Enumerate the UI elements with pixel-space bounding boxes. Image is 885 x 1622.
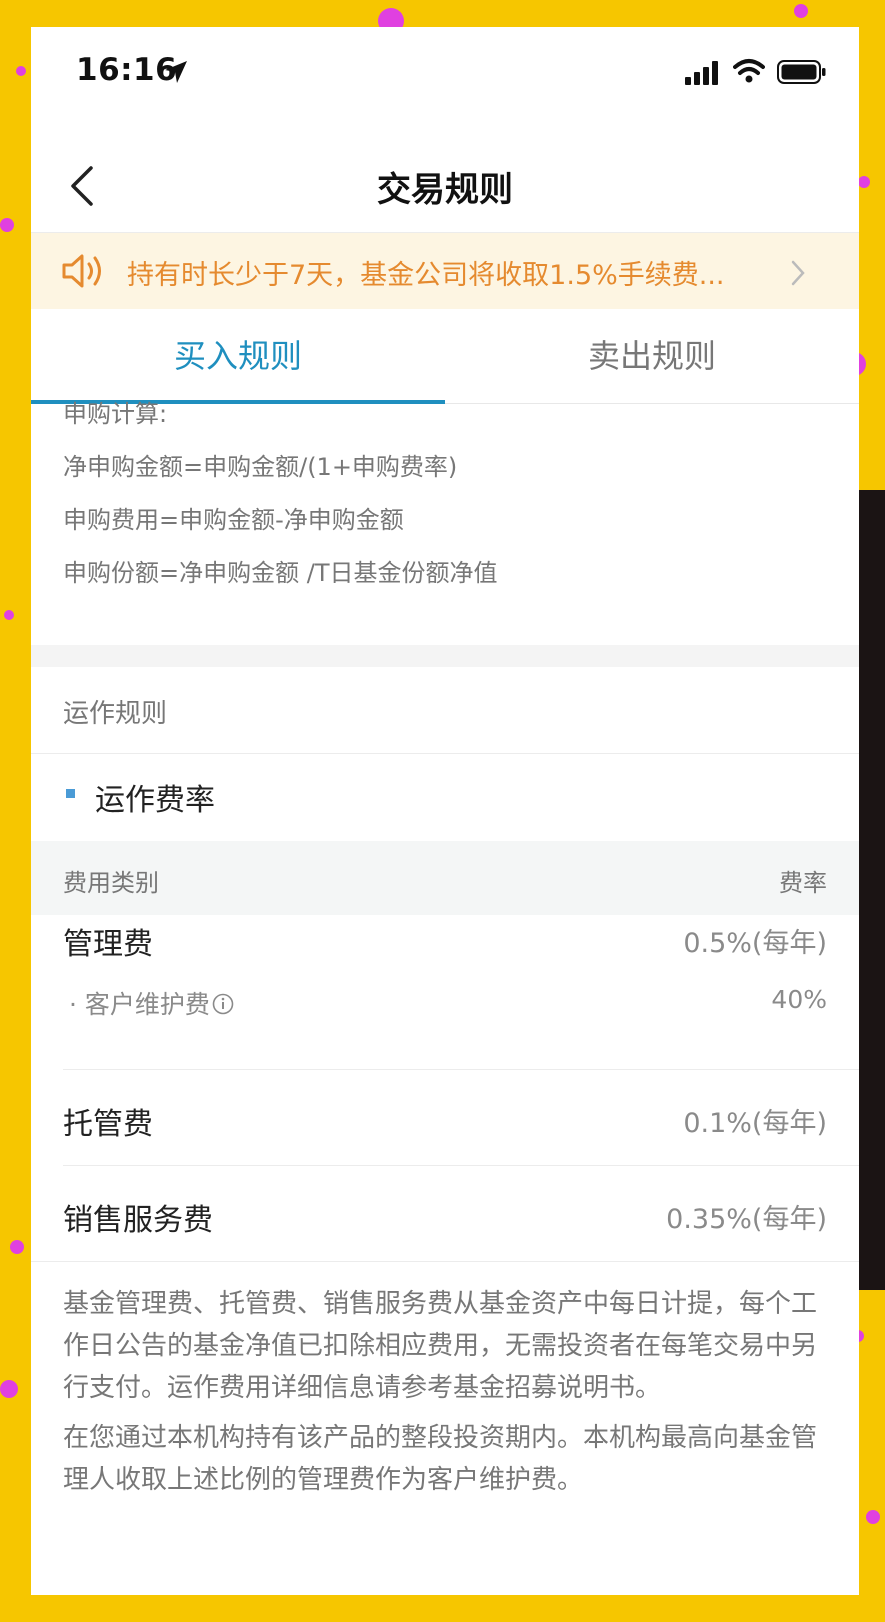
fee-label-management: 管理费 [63,927,153,962]
speaker-icon [62,254,101,288]
phone-screen: 16:16 交易规则 持有时长少于7天，基金公司将收取1.5%手续费... 买入… [31,27,859,1595]
bullet-marker [66,789,75,798]
notice-text: 持有时长少于7天，基金公司将收取1.5%手续费... [127,260,725,291]
tab-buy-rules[interactable]: 买入规则 [31,309,445,403]
fee-label-sales-service: 销售服务费 [63,1203,213,1238]
background-dot [0,218,14,232]
background-dot [866,1510,880,1524]
calc-heading: 申购计算: [63,400,168,428]
background-dot [0,1380,18,1398]
fee-notice-banner[interactable]: 持有时长少于7天，基金公司将收取1.5%手续费... [31,233,859,309]
fee-table-header: 费用类别 费率 [31,841,859,915]
divider [63,1069,859,1070]
location-arrow-icon [165,61,187,83]
calc-formula: 申购费用=申购金额-净申购金额 [63,506,404,534]
background-dot [16,66,26,76]
chevron-right-icon [791,260,805,286]
battery-icon [777,60,826,84]
info-icon[interactable] [212,993,234,1015]
page-title: 交易规则 [377,170,513,210]
fee-value-client-maintenance: 40% [771,985,827,1014]
divider [31,1261,859,1262]
status-time: 16:16 [76,52,178,88]
navigation-bar: 交易规则 [31,122,859,233]
purchase-calculation: 申购计算: 净申购金额=申购金额/(1+申购费率) 申购费用=申购金额-净申购金… [63,397,823,609]
fee-label-custody: 托管费 [63,1107,153,1142]
tab-sell-rules[interactable]: 卖出规则 [445,309,859,403]
fee-notes: 基金管理费、托管费、销售服务费从基金资产中每日计提，每个工作日公告的基金净值已扣… [63,1283,823,1509]
note-paragraph: 在您通过本机构持有该产品的整段投资期内。本机构最高向基金管理人收取上述比例的管理… [63,1423,818,1495]
background-dot [794,4,808,18]
fee-value-sales-service: 0.35%(每年) [666,1204,827,1235]
note-paragraph: 基金管理费、托管费、销售服务费从基金资产中每日计提，每个工作日公告的基金净值已扣… [63,1289,818,1403]
section-title-operation: 运作规则 [63,699,168,729]
status-bar: 16:16 [31,27,859,122]
rule-tabs: 买入规则 卖出规则 [31,309,859,404]
header-category: 费用类别 [63,869,159,897]
calc-formula: 申购份额=净申购金额 /T日基金份额净值 [63,559,498,587]
header-rate: 费率 [779,869,827,897]
divider [63,1165,859,1166]
section-gap [31,645,859,667]
subsection-title-fee-rates: 运作费率 [95,783,215,818]
background-photo [859,490,885,1290]
background-dot [10,1240,24,1254]
fee-value-custody: 0.1%(每年) [683,1108,827,1139]
divider [31,753,859,754]
calc-formula: 净申购金额=申购金额/(1+申购费率) [63,453,458,481]
wifi-icon [733,59,765,83]
cellular-signal-icon [685,61,718,85]
background-dot [4,610,14,620]
fee-label-client-maintenance[interactable]: · 客户维护费 [69,985,234,1021]
fee-value-management: 0.5%(每年) [683,928,827,959]
background-dot [858,176,870,188]
client-maintenance-label: · 客户维护费 [69,990,210,1019]
